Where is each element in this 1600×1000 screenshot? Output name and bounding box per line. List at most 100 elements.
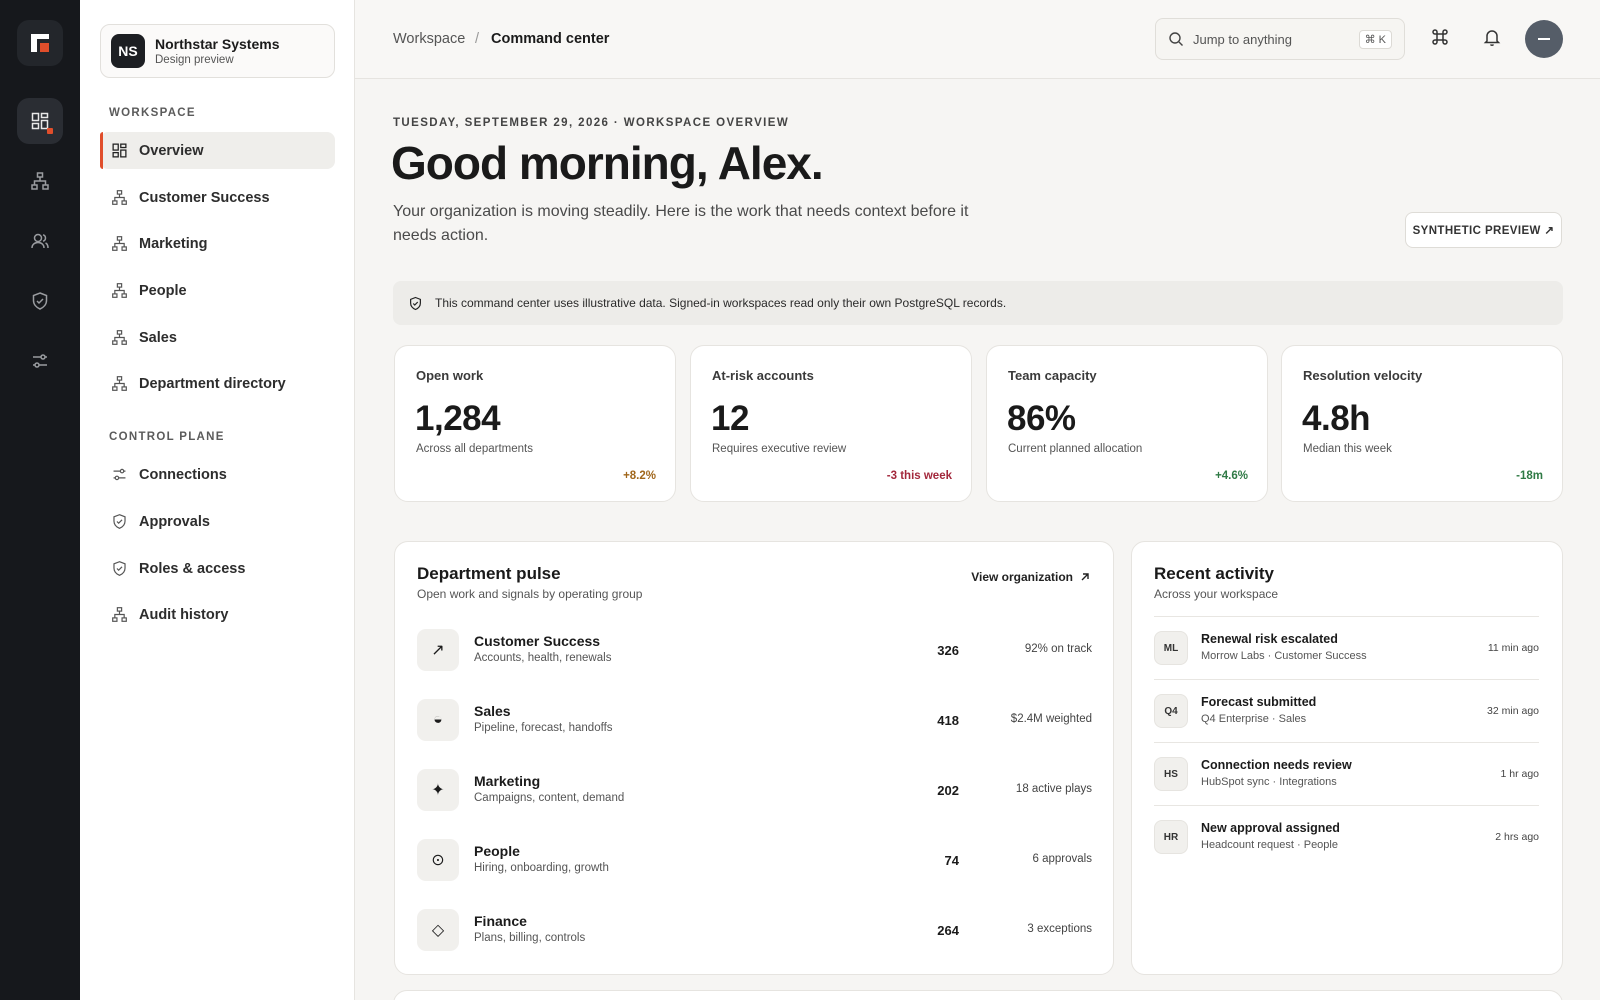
stat-label: At-risk accounts (712, 368, 814, 383)
activity-title: Connection needs review (1201, 758, 1352, 772)
recent-activity-panel: Recent activity Across your workspace ML… (1131, 541, 1563, 975)
stat-card-open-work: Open work 1,284 Across all departments +… (394, 345, 676, 502)
user-avatar[interactable] (1525, 20, 1563, 58)
stat-label: Resolution velocity (1303, 368, 1423, 383)
department-count: 418 (937, 713, 959, 728)
greeting-lead: Your organization is moving steadily. He… (393, 203, 969, 244)
illustrative-data-notice: This command center uses illustrative da… (393, 281, 1563, 325)
department-count: 202 (937, 783, 959, 798)
activity-title: New approval assigned (1201, 821, 1340, 835)
department-pulse-panel: Department pulse Open work and signals b… (394, 541, 1114, 975)
department-signal: 3 exceptions (1027, 923, 1092, 935)
department-row-finance[interactable]: ◇ Finance Plans, billing, controls 264 3… (417, 909, 1092, 953)
stat-delta: +4.6% (1215, 470, 1248, 482)
sidebar-item-sales[interactable]: Sales (100, 319, 335, 356)
sidebar-item-label: Roles & access (139, 560, 246, 577)
activity-badge: HS (1154, 757, 1188, 791)
org-chart-icon (112, 376, 127, 391)
department-count: 74 (944, 853, 959, 868)
department-row-people[interactable]: ⊙ People Hiring, onboarding, growth 74 6… (417, 839, 1092, 883)
stat-subtitle: Requires executive review (712, 443, 847, 455)
panel-subtitle: Open work and signals by operating group (417, 587, 643, 601)
rail-settings-button[interactable] (17, 338, 63, 384)
breadcrumb-separator: / (475, 31, 480, 47)
org-chart-icon (112, 190, 127, 205)
rail-departments-button[interactable] (17, 158, 63, 204)
activity-badge: HR (1154, 820, 1188, 854)
stat-value: 86% (1007, 399, 1076, 438)
activity-item[interactable]: HR New approval assigned Headcount reque… (1154, 805, 1539, 868)
bell-icon[interactable] (1481, 26, 1503, 48)
stat-delta: -18m (1516, 470, 1543, 482)
department-signal: 92% on track (1024, 643, 1092, 655)
activity-badge: Q4 (1154, 694, 1188, 728)
activity-time: 2 hrs ago (1495, 831, 1539, 843)
sidebar-item-label: Audit history (139, 606, 229, 623)
target-icon: ⊙ (417, 839, 459, 881)
department-name: Marketing (474, 773, 541, 789)
sidebar-item-customer-success[interactable]: Customer Success (100, 179, 335, 216)
arrow-up-right-icon (1081, 573, 1089, 581)
department-description: Campaigns, content, demand (474, 792, 625, 804)
synthetic-preview-button[interactable]: SYNTHETIC PREVIEW ↗ (1405, 212, 1562, 248)
stat-card-team-capacity: Team capacity 86% Current planned alloca… (986, 345, 1268, 502)
sidebar-item-approvals[interactable]: Approvals (100, 503, 335, 540)
command-icon[interactable] (1429, 26, 1451, 48)
activity-item[interactable]: Q4 Forecast submitted Q4 Enterprise · Sa… (1154, 679, 1539, 742)
department-signal: $2.4M weighted (1010, 713, 1092, 725)
stat-delta: +8.2% (623, 470, 656, 482)
org-chart-icon (112, 283, 127, 298)
activity-subtitle: Q4 Enterprise · Sales (1201, 713, 1307, 725)
activity-subtitle: HubSpot sync · Integrations (1201, 776, 1337, 788)
sliders-icon (33, 354, 47, 368)
org-chart-icon (112, 607, 127, 622)
notice-text: This command center uses illustrative da… (435, 296, 1007, 310)
rail-overview-button[interactable] (17, 98, 63, 144)
breadcrumb-root[interactable]: Workspace (393, 31, 465, 47)
sidebar-item-connections[interactable]: Connections (100, 456, 335, 493)
department-name: People (474, 843, 520, 859)
top-bar: Workspace / Command center Jump to anyth… (355, 0, 1600, 79)
sidebar-item-people[interactable]: People (100, 272, 335, 309)
sidebar-item-roles-access[interactable]: Roles & access (100, 550, 335, 587)
shield-check-icon (410, 296, 421, 310)
arrow-up-right-icon: ↗ (417, 629, 459, 671)
rail-security-button[interactable] (17, 278, 63, 324)
activity-item[interactable]: ML Renewal risk escalated Morrow Labs · … (1154, 616, 1539, 679)
sidebar-item-department-directory[interactable]: Department directory (100, 365, 335, 402)
sliders-icon (113, 468, 126, 481)
department-row-marketing[interactable]: ✦ Marketing Campaigns, content, demand 2… (417, 769, 1092, 813)
org-switcher[interactable]: NS Northstar Systems Design preview (100, 24, 335, 78)
stat-subtitle: Median this week (1303, 443, 1392, 455)
org-chart-icon (112, 236, 127, 251)
activity-time: 11 min ago (1487, 642, 1539, 654)
activity-time: 32 min ago (1487, 705, 1539, 717)
department-signal: 18 active plays (1015, 783, 1092, 795)
search-shortcut: ⌘ K (1358, 29, 1392, 49)
search-icon (1169, 32, 1183, 46)
date-eyebrow: TUESDAY, SEPTEMBER 29, 2026 · WORKSPACE … (393, 117, 790, 129)
activity-subtitle: Headcount request · People (1201, 839, 1338, 851)
department-row-customer-success[interactable]: ↗ Customer Success Accounts, health, ren… (417, 629, 1092, 673)
sidebar-item-marketing[interactable]: Marketing (100, 225, 335, 262)
activity-item[interactable]: HS Connection needs review HubSpot sync … (1154, 742, 1539, 805)
org-avatar: NS (111, 34, 145, 68)
stat-value: 12 (711, 399, 749, 438)
shield-check-icon (113, 561, 126, 576)
department-name: Finance (474, 913, 527, 929)
department-count: 264 (937, 923, 959, 938)
department-row-sales[interactable]: ◒ Sales Pipeline, forecast, handoffs 418… (417, 699, 1092, 743)
search-input[interactable]: Jump to anything ⌘ K (1155, 18, 1405, 60)
view-organization-link[interactable]: View organization (971, 570, 1091, 584)
sidebar-item-audit-history[interactable]: Audit history (100, 596, 335, 633)
view-organization-label: View organization (971, 570, 1073, 584)
app-logo-icon[interactable] (17, 20, 63, 66)
sidebar-item-label: Customer Success (139, 189, 270, 206)
workspace-section-label: WORKSPACE (109, 107, 196, 119)
grid-icon (112, 143, 127, 158)
rail-people-button[interactable] (17, 218, 63, 264)
diamond-icon: ◇ (417, 909, 459, 951)
sidebar-item-overview[interactable]: Overview (100, 132, 335, 169)
stat-value: 4.8h (1302, 399, 1371, 438)
users-icon (31, 233, 49, 249)
